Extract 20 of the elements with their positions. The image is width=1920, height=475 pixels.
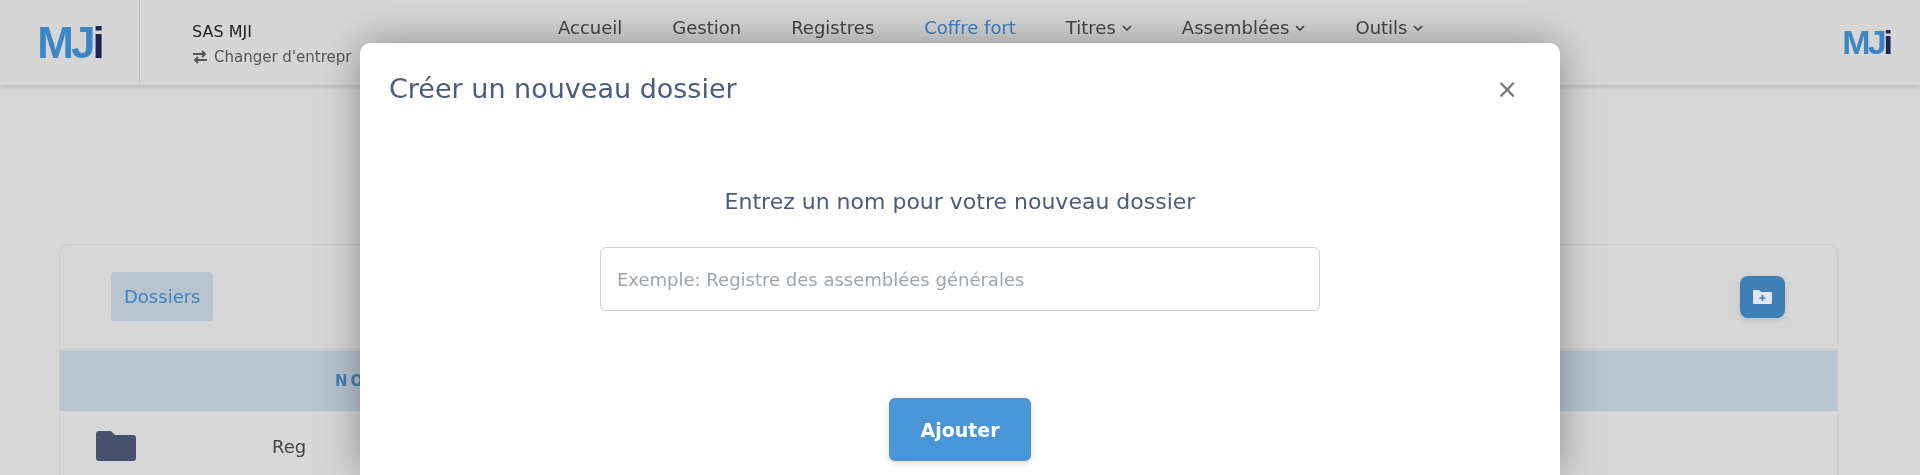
nav-item[interactable]: Registres	[791, 14, 875, 41]
folder-name-field[interactable]: Exemple: Registre des assemblées générales	[600, 247, 1320, 312]
add-button[interactable]: Ajouter	[889, 398, 1031, 462]
nav-item[interactable]: Titres	[1065, 14, 1132, 41]
prompt-text: Entrez un nom pour votre nouveau dossier	[724, 188, 1196, 217]
nav-item[interactable]: Accueil	[558, 14, 623, 41]
table-cell-text: Reg	[272, 434, 307, 459]
swap-icon	[192, 50, 208, 65]
modal-title: Créer un nouveau dossier	[389, 73, 737, 106]
folder-icon	[96, 431, 136, 461]
folder-plus-icon	[1753, 289, 1772, 304]
company-name: SAS MJI	[192, 21, 253, 43]
close-button[interactable]: ×	[1492, 76, 1522, 103]
logo: MJi	[37, 20, 102, 65]
switch-company-link[interactable]: Changer d'entrepr	[214, 46, 352, 69]
new-folder-button[interactable]	[1740, 275, 1785, 318]
nav-item[interactable]: Outils	[1355, 14, 1424, 41]
nav-item[interactable]: Gestion	[672, 14, 742, 41]
nav-item[interactable]: Assemblées	[1181, 14, 1306, 41]
logo: MJi	[1842, 22, 1890, 61]
